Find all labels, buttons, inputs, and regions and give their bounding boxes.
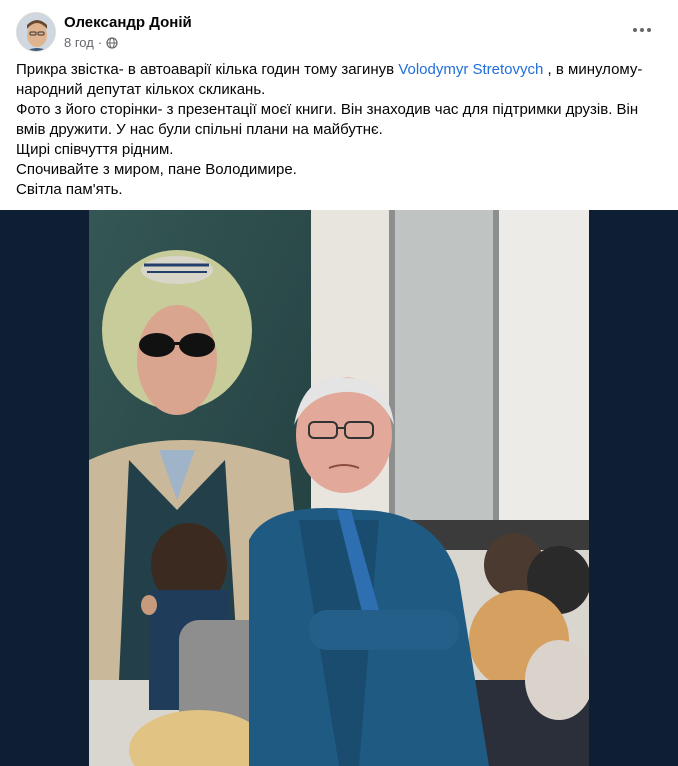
more-options-button[interactable] (628, 16, 656, 44)
author-avatar[interactable] (16, 12, 56, 52)
globe-icon[interactable] (106, 36, 118, 49)
post-text-line3: Щирі співчуття рідним. (16, 141, 174, 158)
author-name[interactable]: Олександр Доній (64, 14, 192, 31)
post-text: Прикра звістка- в автоаварії кілька годи… (16, 60, 656, 200)
more-dot (640, 28, 644, 32)
event-photo-illustration (89, 210, 589, 766)
meta-separator: · (97, 35, 103, 50)
post-text-line2: Фото з його сторінки- з презентації моєї… (16, 101, 639, 138)
post-time[interactable]: 8 год (64, 35, 94, 50)
post-header: Олександр Доній 8 год · (16, 12, 662, 54)
post-text-line1: Прикра звістка- в автоаварії кілька годи… (16, 60, 656, 100)
post-meta: 8 год · (64, 35, 118, 50)
post-text-line5: Світла пам'ять. (16, 181, 123, 198)
more-horizontal-icon (633, 28, 637, 32)
text-segment: Прикра звістка- в автоаварії кілька годи… (16, 61, 399, 78)
facebook-post: Олександр Доній 8 год · Прикра звістка- … (0, 0, 678, 766)
post-text-line4: Спочивайте з миром, пане Володимире. (16, 161, 297, 178)
mention-link[interactable]: Volodymyr Stretovych (398, 61, 543, 78)
avatar-portrait-icon (17, 13, 55, 51)
more-dot (647, 28, 651, 32)
post-photo[interactable] (0, 210, 678, 766)
